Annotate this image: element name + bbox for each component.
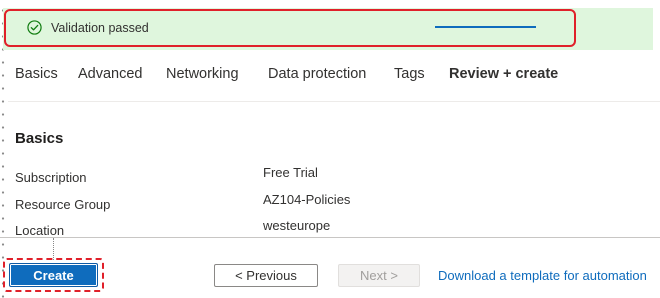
validation-status-text: Validation passed [51, 21, 149, 35]
tab-basics[interactable]: Basics [15, 66, 58, 82]
resource-group-value: AZ104-Policies [263, 192, 351, 207]
create-resource-review-page: Validation passed Basics Advanced Networ… [0, 0, 660, 298]
previous-button[interactable]: < Previous [214, 264, 318, 287]
dotted-connector [53, 238, 54, 260]
tab-networking[interactable]: Networking [166, 66, 239, 82]
subscription-label: Subscription [15, 170, 87, 185]
location-value: westeurope [263, 218, 331, 233]
download-template-link[interactable]: Download a template for automation [438, 268, 647, 283]
resource-group-label: Resource Group [15, 197, 111, 212]
tab-review-create[interactable]: Review + create [449, 66, 558, 82]
tabs-divider [8, 101, 660, 102]
tab-tags[interactable]: Tags [394, 66, 425, 82]
create-button[interactable]: Create [9, 263, 98, 287]
next-button[interactable]: Next > [338, 264, 420, 287]
active-tab-indicator [435, 26, 536, 28]
section-title: Basics [15, 130, 64, 147]
tab-advanced[interactable]: Advanced [78, 66, 143, 82]
footer-divider [0, 237, 660, 238]
check-circle-icon [27, 20, 42, 35]
location-label: Location [15, 223, 65, 238]
subscription-value: Free Trial [263, 165, 318, 180]
tab-data-protection[interactable]: Data protection [268, 66, 366, 82]
